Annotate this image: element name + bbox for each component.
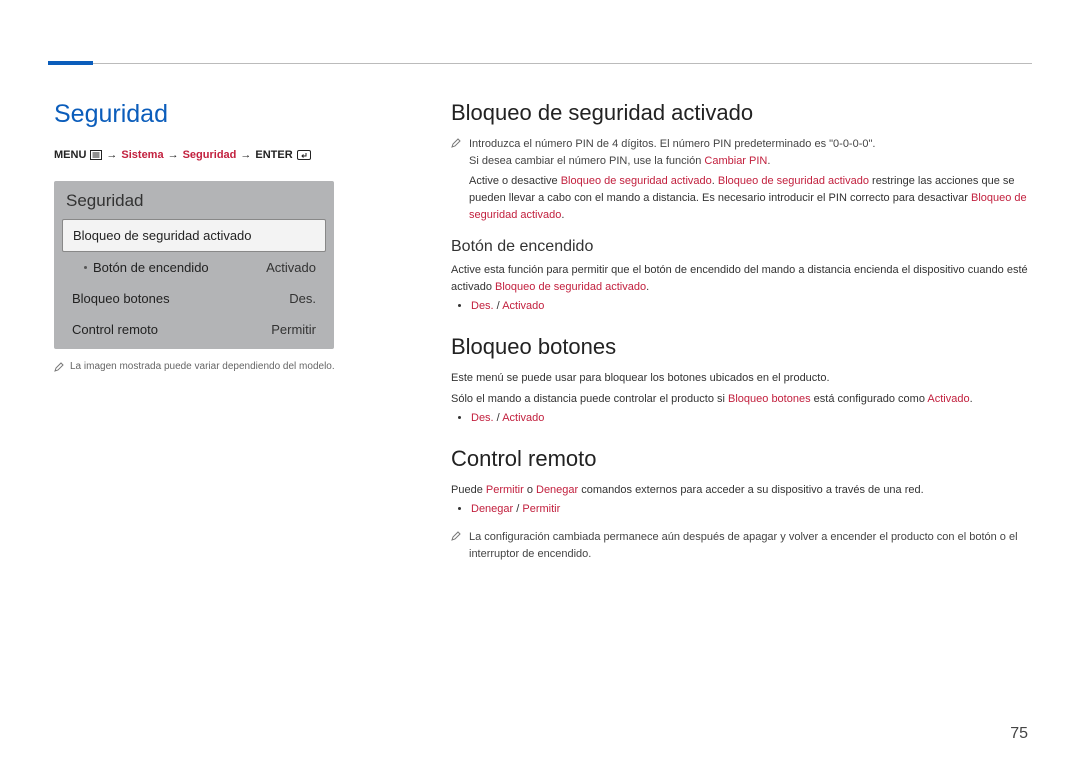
panel-item-control-remoto[interactable]: Control remoto Permitir — [62, 314, 326, 345]
term-bloqueo-botones: Bloqueo botones — [728, 393, 811, 405]
option-permitir: Permitir — [522, 503, 560, 515]
right-column: Bloqueo de seguridad activado Introduzca… — [451, 100, 1032, 566]
option-row: Des. / Activado — [471, 300, 1032, 312]
pencil-icon — [54, 362, 64, 375]
paragraph-control-remoto: Puede Permitir o Denegar comandos extern… — [451, 482, 1032, 499]
panel-item-value: Des. — [289, 291, 316, 306]
heading-bloqueo-botones: Bloqueo botones — [451, 334, 1032, 360]
heading-bloqueo-seguridad: Bloqueo de seguridad activado — [451, 100, 1032, 126]
section-title-seguridad: Seguridad — [54, 100, 419, 129]
arrow-icon: → — [240, 149, 251, 161]
page-number: 75 — [1010, 725, 1028, 743]
left-column: Seguridad MENU → Sistema → Seguridad → E… — [54, 100, 419, 566]
caption-text: La imagen mostrada puede variar dependie… — [70, 361, 335, 372]
breadcrumb-sistema: Sistema — [121, 149, 163, 161]
subheading-boton-encendido: Botón de encendido — [451, 238, 1032, 256]
option-denegar: Denegar — [471, 503, 513, 515]
option-row: Des. / Activado — [471, 412, 1032, 424]
panel-item-label: Bloqueo de seguridad activado — [73, 228, 252, 243]
breadcrumb-seguridad: Seguridad — [183, 149, 237, 161]
option-activado: Activado — [502, 412, 544, 424]
term-activado: Activado — [927, 393, 969, 405]
panel-item-label: Bloqueo botones — [72, 291, 170, 306]
note-control-remoto: La configuración cambiada permanece aún … — [451, 529, 1032, 562]
term-bloqueo-seguridad: Bloqueo de seguridad activado — [718, 175, 869, 187]
options-control-remoto: Denegar / Permitir — [451, 503, 1032, 515]
accent-bar — [48, 61, 93, 65]
arrow-icon: → — [168, 149, 179, 161]
note-text: Si desea cambiar el número PIN, use la f… — [469, 155, 704, 167]
settings-panel: Seguridad Bloqueo de seguridad activado … — [54, 181, 334, 349]
paragraph-bloqueo-botones-2: Sólo el mando a distancia puede controla… — [451, 391, 1032, 408]
menu-icon — [90, 150, 102, 160]
term-permitir: Permitir — [486, 484, 524, 496]
options-boton-encendido: Des. / Activado — [451, 300, 1032, 312]
paragraph-bloqueo-seguridad: Active o desactive Bloqueo de seguridad … — [451, 173, 1032, 224]
arrow-icon: → — [106, 149, 117, 161]
panel-item-boton-encendido[interactable]: Botón de encendido Activado — [62, 252, 326, 283]
content-columns: Seguridad MENU → Sistema → Seguridad → E… — [54, 100, 1032, 566]
paragraph-boton-encendido: Active esta función para permitir que el… — [451, 262, 1032, 296]
panel-title: Seguridad — [62, 189, 326, 219]
panel-item-bloqueo-seguridad[interactable]: Bloqueo de seguridad activado — [62, 219, 326, 252]
panel-item-label: Botón de encendido — [93, 260, 209, 275]
note-text: La configuración cambiada permanece aún … — [469, 529, 1032, 562]
pencil-icon — [451, 137, 461, 169]
panel-item-bloqueo-botones[interactable]: Bloqueo botones Des. — [62, 283, 326, 314]
breadcrumb: MENU → Sistema → Seguridad → ENTER — [54, 149, 419, 161]
options-bloqueo-botones: Des. / Activado — [451, 412, 1032, 424]
note-pin: Introduzca el número PIN de 4 dígitos. E… — [451, 136, 1032, 169]
panel-item-value: Activado — [266, 260, 316, 275]
top-divider — [93, 63, 1032, 64]
note-text: Introduzca el número PIN de 4 dígitos. E… — [469, 138, 875, 150]
manual-page: Seguridad MENU → Sistema → Seguridad → E… — [0, 0, 1080, 763]
heading-control-remoto: Control remoto — [451, 446, 1032, 472]
subitem-dot-icon — [84, 266, 87, 269]
panel-item-label: Control remoto — [72, 322, 158, 337]
term-denegar: Denegar — [536, 484, 578, 496]
breadcrumb-enter: ENTER — [255, 149, 292, 161]
term-cambiar-pin: Cambiar PIN — [704, 155, 767, 167]
term-bloqueo-seguridad: Bloqueo de seguridad activado — [495, 281, 646, 293]
panel-item-value: Permitir — [271, 322, 316, 337]
option-row: Denegar / Permitir — [471, 503, 1032, 515]
option-des: Des. — [471, 412, 494, 424]
option-activado: Activado — [502, 300, 544, 312]
breadcrumb-menu: MENU — [54, 149, 86, 161]
option-des: Des. — [471, 300, 494, 312]
pencil-icon — [451, 530, 461, 562]
panel-caption: La imagen mostrada puede variar dependie… — [54, 361, 419, 375]
paragraph-bloqueo-botones-1: Este menú se puede usar para bloquear lo… — [451, 370, 1032, 387]
enter-icon — [297, 150, 311, 160]
term-bloqueo-seguridad: Bloqueo de seguridad activado — [561, 175, 712, 187]
